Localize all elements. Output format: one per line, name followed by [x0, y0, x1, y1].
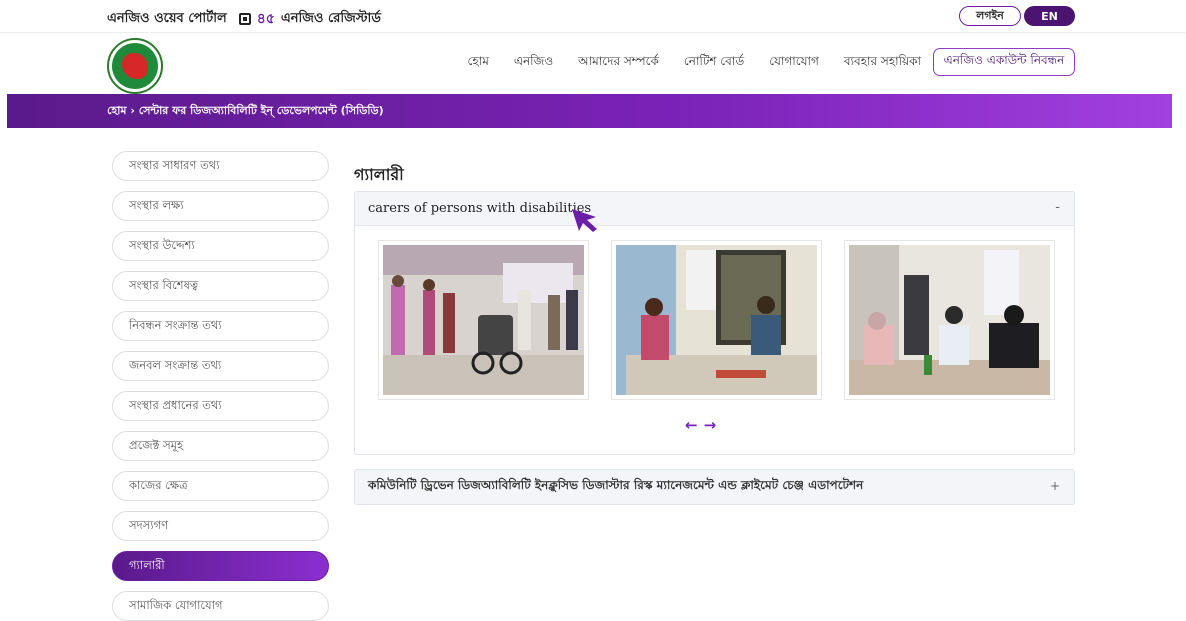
- nav-item-contact[interactable]: যোগাযোগ: [769, 53, 819, 73]
- page-title: গ্যালারী: [354, 165, 404, 184]
- gallery-accordion-panel: carers of persons with disabilities - ← …: [354, 191, 1075, 455]
- sidebar-item-goal[interactable]: সংস্থার লক্ষ্য: [112, 191, 329, 221]
- photo-carousel: [378, 240, 1055, 400]
- nav-item-ngo[interactable]: এনজিও: [514, 53, 553, 73]
- sidebar-item-gallery[interactable]: গ্যালারী: [112, 551, 329, 581]
- carousel-next-arrow-icon[interactable]: →: [704, 416, 717, 434]
- nav-item-about[interactable]: আমাদের সম্পর্কে: [578, 53, 659, 73]
- sidebar-item-projects[interactable]: প্রজেক্ট সমূহ: [112, 431, 329, 461]
- nav-item-user-guide[interactable]: ব্যবহার সহায়িকা: [844, 53, 921, 73]
- sidebar-item-social[interactable]: সামাজিক যোগাযোগ: [112, 591, 329, 621]
- sidebar-item-manpower-info[interactable]: জনবল সংক্রান্ত তথ্য: [112, 351, 329, 381]
- sidebar-item-work-area[interactable]: কাজের ক্ষেত্র: [112, 471, 329, 501]
- gallery-photo[interactable]: [611, 240, 822, 400]
- sidebar-item-specialty[interactable]: সংস্থার বিশেষত্ব: [112, 271, 329, 301]
- accordion-header[interactable]: carers of persons with disabilities -: [355, 192, 1074, 232]
- sidebar-item-head-info[interactable]: সংস্থার প্রধানের তথ্য: [112, 391, 329, 421]
- portal-brand: এনজিও ওয়েব পোর্টাল ৪৫ এনজিও রেজিস্টার্ড: [107, 7, 381, 31]
- registered-icon: [238, 13, 251, 25]
- accordion-title: carers of persons with disabilities: [368, 201, 592, 216]
- photo-health-check: [616, 245, 817, 395]
- sidebar-item-registration-info[interactable]: নিবন্ধন সংক্রান্ত তথ্য: [112, 311, 329, 341]
- logo-map-icon: [122, 53, 148, 79]
- breadcrumb[interactable]: হোম › সেন্টার ফর ডিজঅ্যাবিলিটি ইন্ ডেভেল…: [107, 102, 384, 121]
- registered-label: এনজিও রেজিস্টার্ড: [280, 10, 381, 26]
- ngo-account-register-button[interactable]: এনজিও একাউন্ট নিবন্ধন: [933, 48, 1075, 76]
- photo-wheelchair-handover: [383, 245, 584, 395]
- sidebar-item-members[interactable]: সদস্যগণ: [112, 511, 329, 541]
- expand-icon[interactable]: +: [1050, 479, 1060, 493]
- mouse-cursor-icon: [572, 209, 597, 232]
- login-button[interactable]: লগইন: [959, 6, 1021, 26]
- main-nav: হোম এনজিও আমাদের সম্পর্কে নোটিশ বোর্ড যো…: [468, 53, 921, 73]
- portal-name: এনজিও ওয়েব পোর্টাল: [107, 10, 227, 26]
- nav-item-notice-board[interactable]: নোটিশ বোর্ড: [684, 53, 744, 73]
- accordion-title: কমিউনিটি ড্রিভেন ডিজঅ্যাবিলিটি ইনক্লুসিভ…: [368, 478, 864, 492]
- breadcrumb-band: হোম › সেন্টার ফর ডিজঅ্যাবিলিটি ইন্ ডেভেল…: [7, 94, 1172, 128]
- government-logo[interactable]: [107, 38, 163, 94]
- language-toggle-button[interactable]: EN: [1024, 6, 1075, 26]
- collapse-icon[interactable]: -: [1055, 200, 1060, 215]
- sidebar-item-general-info[interactable]: সংস্থার সাধারণ তথ্য: [112, 151, 329, 181]
- carousel-controls: ← →: [685, 416, 716, 434]
- accordion-header-collapsed[interactable]: কমিউনিটি ড্রিভেন ডিজঅ্যাবিলিটি ইনক্লুসিভ…: [354, 469, 1075, 505]
- sidebar-item-objective[interactable]: সংস্থার উদ্দেশ্য: [112, 231, 329, 261]
- nav-item-home[interactable]: হোম: [468, 53, 489, 73]
- carousel-prev-arrow-icon[interactable]: ←: [685, 416, 698, 434]
- gallery-photo[interactable]: [844, 240, 1055, 400]
- gallery-photo[interactable]: [378, 240, 589, 400]
- logo-ring: [112, 43, 158, 89]
- sidebar: সংস্থার সাধারণ তথ্য সংস্থার লক্ষ্য সংস্থ…: [112, 151, 329, 621]
- photo-consultation: [849, 245, 1050, 395]
- registered-count: ৪৫: [256, 11, 275, 27]
- top-divider: [0, 32, 1186, 33]
- top-bar: এনজিও ওয়েব পোর্টাল ৪৫ এনজিও রেজিস্টার্ড…: [0, 0, 1186, 30]
